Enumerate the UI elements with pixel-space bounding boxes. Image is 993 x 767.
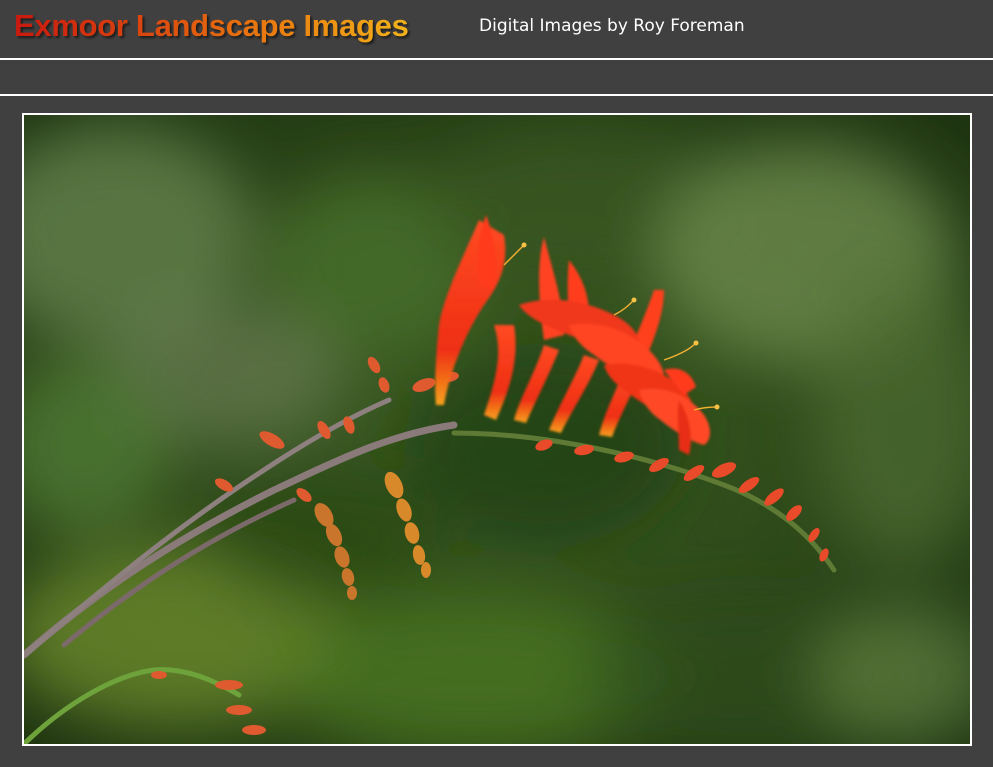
flower-photo [24,115,970,744]
nav-bar [0,60,993,96]
site-header: Exmoor Landscape Images Digital Images b… [0,0,993,60]
photo-frame [22,113,972,746]
site-title[interactable]: Exmoor Landscape Images [14,8,409,44]
page: Exmoor Landscape Images Digital Images b… [0,0,993,767]
site-subtitle: Digital Images by Roy Foreman [479,16,745,36]
